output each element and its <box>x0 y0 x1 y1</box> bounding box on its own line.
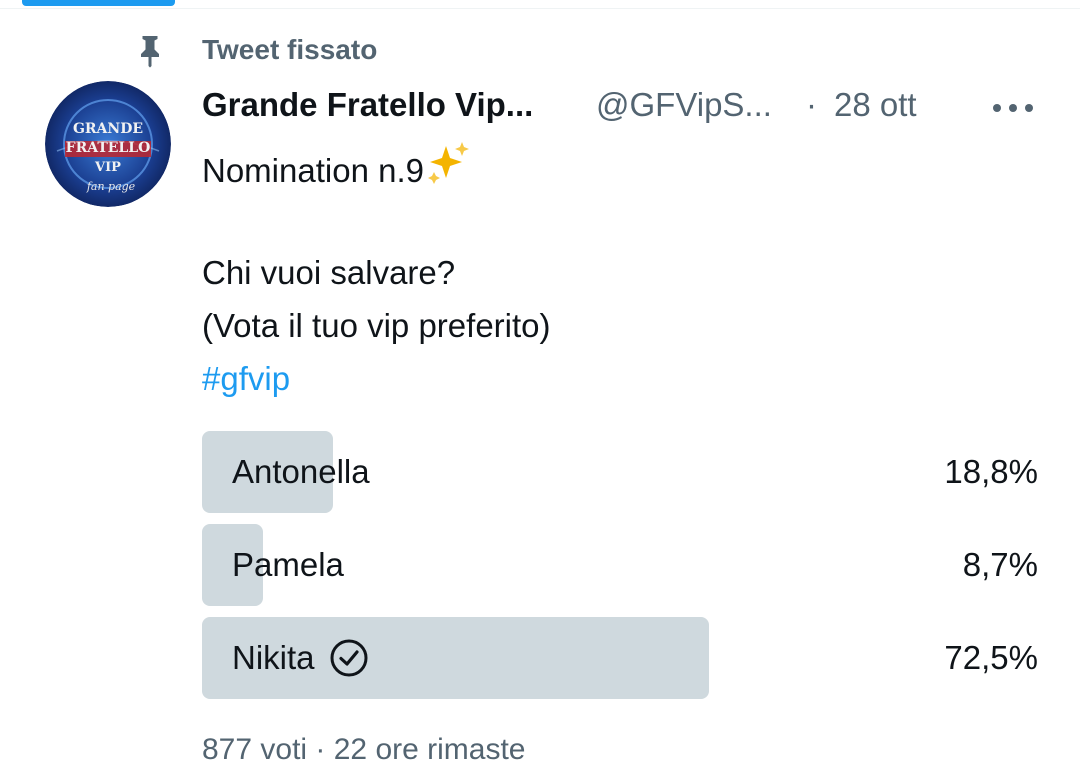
poll-option-text: Antonella <box>232 453 370 490</box>
pinned-label: Tweet fissato <box>202 34 378 65</box>
hashtag-link[interactable]: #gfvip <box>202 352 551 405</box>
poll-option-percent: 8,7% <box>962 546 1038 583</box>
separator-dot: · <box>806 86 817 123</box>
author-handle[interactable]: @GFVipS... <box>596 86 772 124</box>
poll-option-label: Nikita <box>232 617 369 699</box>
author-name[interactable]: Grande Fratello Vip... <box>202 86 533 124</box>
poll-option-label: Pamela <box>232 524 344 606</box>
pin-icon <box>141 36 159 68</box>
poll: Antonella 18,8% Pamela 8,7% Nikita 72,5% <box>202 431 1038 710</box>
more-options-icon[interactable] <box>990 100 1036 116</box>
active-tab-indicator <box>22 0 175 6</box>
tweet-line-1: Nomination n.9 <box>202 140 551 193</box>
check-circle-icon <box>330 639 368 677</box>
poll-option-percent: 18,8% <box>944 453 1038 490</box>
tweet-line-3: (Vota il tuo vip preferito) <box>202 307 551 344</box>
avatar[interactable]: GRANDE FRATELLO VIP fan page <box>45 81 171 207</box>
poll-option-text: Nikita <box>232 639 315 676</box>
poll-footer: 877 voti · 22 ore rimaste <box>202 733 526 766</box>
avatar-text-4: fan page <box>86 180 136 193</box>
avatar-logo: GRANDE FRATELLO VIP fan page <box>45 81 171 207</box>
tweet-line-1-text: Nomination n.9 <box>202 152 424 189</box>
sparkles-icon <box>427 142 469 184</box>
top-divider <box>0 8 1080 9</box>
poll-option-pamela: Pamela 8,7% <box>202 524 1038 606</box>
avatar-text-2: FRATELLO <box>66 140 151 156</box>
pinned-header: Tweet fissato <box>0 30 1080 70</box>
tweet-header: Grande Fratello Vip... @GFVipS... · 28 o… <box>202 86 1062 130</box>
poll-option-antonella: Antonella 18,8% <box>202 431 1038 513</box>
poll-option-text: Pamela <box>232 546 344 583</box>
tweet-date[interactable]: 28 ott <box>834 86 917 124</box>
tweet-body: Nomination n.9 Chi vuoi salvare? (Vota i… <box>202 140 551 405</box>
avatar-text-1: GRANDE <box>73 121 143 137</box>
poll-option-label: Antonella <box>232 431 370 513</box>
avatar-text-3: VIP <box>94 160 121 175</box>
poll-option-percent: 72,5% <box>944 639 1038 676</box>
tweet-line-2: Chi vuoi salvare? <box>202 254 456 291</box>
poll-option-nikita: Nikita 72,5% <box>202 617 1038 699</box>
